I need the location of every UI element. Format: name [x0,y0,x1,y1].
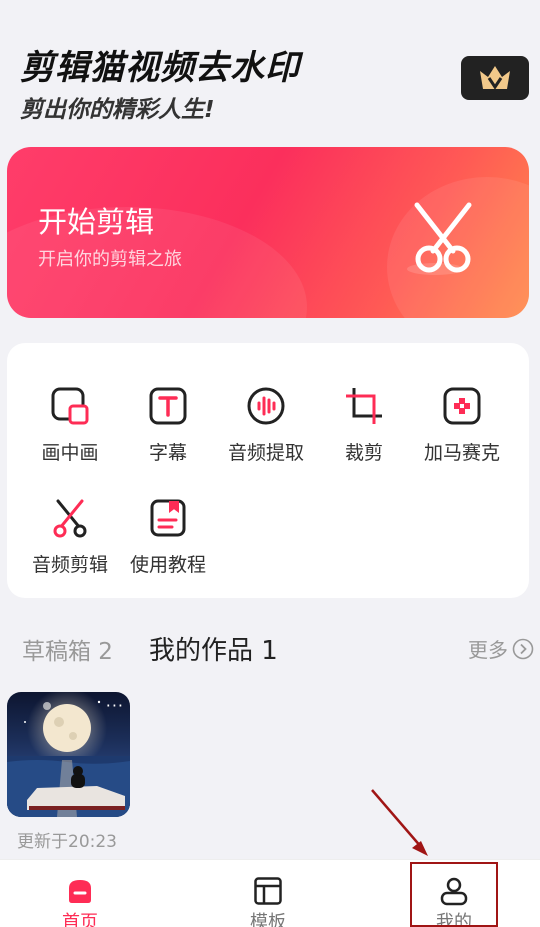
more-label: 更多 [468,638,508,662]
tab-drafts[interactable]: 草稿箱 2 [22,632,113,666]
tool-crop[interactable]: 裁剪 [315,386,413,476]
crown-icon [480,66,510,90]
nav-templates[interactable]: 模板 [208,860,328,927]
tool-picture-in-picture[interactable]: 画中画 [21,386,119,476]
annotation-highlight-box [410,862,498,927]
more-options-icon[interactable]: ··· [106,696,124,715]
scissors-icon [407,202,472,275]
mosaic-icon [443,387,481,425]
audio-cut-icon [53,499,87,538]
section-tabs: 草稿箱 2 我的作品 1 更多 [22,630,534,666]
picture-in-picture-icon [51,387,89,425]
app-title: 剪辑猫视频去水印 [20,48,300,88]
crop-icon [346,388,382,424]
app-slogan: 剪出你的精彩人生! [20,97,215,123]
tool-audio-cut[interactable]: 音频剪辑 [21,498,119,588]
tool-subtitle[interactable]: 字幕 [119,386,217,476]
template-icon [254,877,282,905]
subtitle-icon [149,387,187,425]
app-header: 剪辑猫视频去水印 剪出你的精彩人生! [20,40,529,130]
tool-audio-extract[interactable]: 音频提取 [217,386,315,476]
start-editing-card[interactable]: 开始剪辑 开启你的剪辑之旅 [7,147,529,318]
work-updated-time: 更新于20:23 [17,832,117,852]
tool-mosaic[interactable]: 加马赛克 [413,386,511,476]
more-link[interactable]: 更多 [468,634,534,663]
work-thumbnail[interactable]: ··· [7,692,130,817]
tutorial-icon [150,499,186,537]
audio-extract-icon [247,387,285,425]
nav-home[interactable]: 首页 [20,860,140,927]
tool-tutorial[interactable]: 使用教程 [119,498,217,588]
tab-my-works[interactable]: 我的作品 1 [149,630,278,667]
home-icon [69,880,91,903]
hero-subtitle: 开启你的剪辑之旅 [38,249,182,270]
hero-title: 开始剪辑 [38,205,155,239]
vip-button[interactable] [461,56,529,100]
tools-panel: 画中画 字幕 音频提取 裁剪 加马赛克 音频剪辑 使用教程 [7,343,529,598]
chevron-right-circle-icon [512,638,534,659]
